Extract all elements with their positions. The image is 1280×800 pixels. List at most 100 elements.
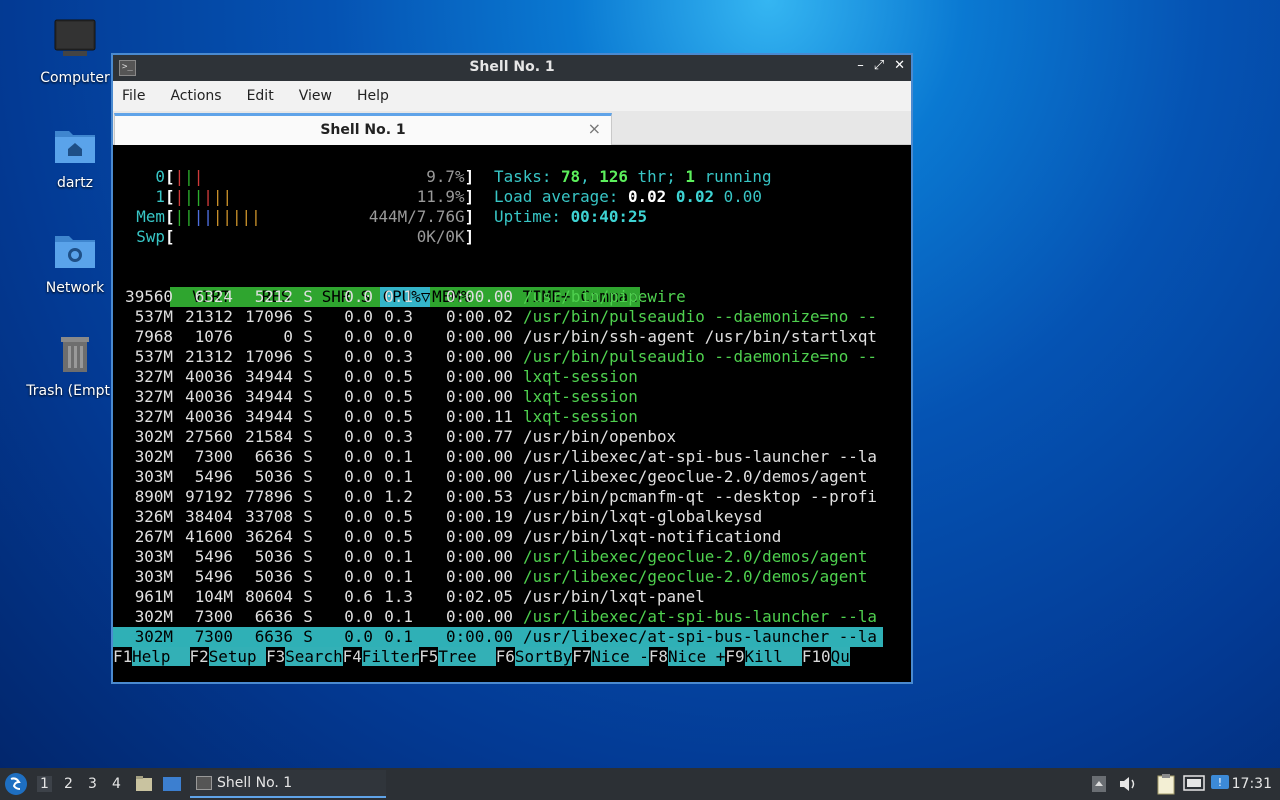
cell-command: /usr/bin/openbox — [523, 427, 677, 446]
process-row[interactable]: 303M 5496 5036 S 0.0 0.1 0:00.00/usr/libexec/g… — [113, 547, 883, 567]
close-button[interactable]: ✕ — [894, 58, 905, 73]
clock[interactable]: 17:31 — [1232, 776, 1272, 792]
fkey-f3[interactable]: F3Search — [266, 647, 343, 666]
process-row[interactable]: 39560 6324 5212 S 0.0 0.1 0:00.00/usr/bin/pipe… — [113, 287, 883, 307]
tab-close-icon[interactable]: × — [588, 119, 601, 138]
uptime-value: 00:40:25 — [570, 207, 648, 226]
cell-cpu: 0.0 — [344, 467, 373, 486]
fkey-f9[interactable]: F9Kill — [725, 647, 802, 666]
workspace-4[interactable]: 4 — [112, 776, 121, 792]
cell-time: 0:00.00 — [446, 567, 513, 586]
cell-virt: 890M — [134, 487, 173, 506]
mem-bars: ||||||||| — [174, 207, 261, 226]
menubar: File Actions Edit View Help — [113, 81, 911, 111]
window-title: Shell No. 1 — [469, 59, 555, 75]
load-5: 0.02 — [675, 187, 715, 206]
running-label: running — [704, 167, 772, 186]
tab-shell-1[interactable]: Shell No. 1 × — [114, 113, 612, 145]
menu-help[interactable]: Help — [357, 88, 389, 104]
desktop-icon-trash[interactable]: Trash (Empty) — [25, 331, 110, 399]
process-row[interactable]: 302M 7300 6636 S 0.0 0.1 0:00.00/usr/libexec/a… — [113, 627, 883, 647]
cell-shr: 0 — [283, 327, 293, 346]
taskbar-task-shell[interactable]: Shell No. 1 — [190, 770, 386, 798]
process-row[interactable]: 537M 21312 17096 S 0.0 0.3 0:00.02/usr/bin/pul… — [113, 307, 883, 327]
process-row[interactable]: 961M 104M 80604 S 0.6 1.3 0:02.05/usr/bin/lxqt… — [113, 587, 883, 607]
network-folder-icon — [55, 236, 95, 268]
desktop-icon-computer[interactable]: Computer — [25, 18, 125, 86]
show-desktop-icon[interactable] — [162, 775, 182, 793]
fkey-f6[interactable]: F6SortBy — [495, 647, 573, 666]
process-row[interactable]: 327M 40036 34944 S 0.0 0.5 0:00.00 lxqt-session — [113, 367, 883, 387]
cell-time: 0:00.00 — [446, 367, 513, 386]
process-row[interactable]: 326M 38404 33708 S 0.0 0.5 0:00.19/usr/bin/lxq… — [113, 507, 883, 527]
load-label: Load average: — [494, 187, 619, 206]
menu-edit[interactable]: Edit — [247, 88, 274, 104]
cell-cpu: 0.0 — [344, 347, 373, 366]
cell-res: 21312 — [185, 347, 233, 366]
tray-arrow-icon[interactable] — [1091, 775, 1107, 793]
process-row[interactable]: 890M 97192 77896 S 0.0 1.2 0:00.53/usr/bin/pcm… — [113, 487, 883, 507]
process-row[interactable]: 537M 21312 17096 S 0.0 0.3 0:00.00/usr/bin/pul… — [113, 347, 883, 367]
fkey-label: SortBy — [514, 647, 573, 666]
cell-time: 0:00.00 — [446, 547, 513, 566]
cell-s: S — [303, 427, 313, 446]
menu-actions[interactable]: Actions — [170, 88, 221, 104]
fkey-f1[interactable]: F1Help — [113, 647, 190, 666]
fkey-f8[interactable]: F8Nice + — [648, 647, 726, 666]
process-row[interactable]: 327M 40036 34944 S 0.0 0.5 0:00.00 lxqt-session — [113, 387, 883, 407]
process-table-header[interactable]: VIRT RES SHR S CPU%▽ MEM% TIME+ Command — [113, 267, 647, 307]
cell-command: /usr/bin/lxqt-globalkeysd — [523, 507, 763, 526]
cell-s: S — [303, 407, 313, 426]
workspace-1[interactable]: 1 — [37, 776, 52, 792]
window-titlebar[interactable]: >_ Shell No. 1 – ⤢ ✕ — [113, 55, 911, 81]
desktop-icon-home-folder[interactable]: dartz — [25, 123, 125, 191]
minimize-button[interactable]: – — [857, 58, 864, 73]
maximize-button[interactable]: ⤢ — [874, 58, 884, 73]
fkey-f5[interactable]: F5Tree — [419, 647, 496, 666]
cell-command: /usr/bin/lxqt-notificationd — [523, 527, 782, 546]
cell-s: S — [303, 527, 313, 546]
cell-shr: 34944 — [245, 387, 293, 406]
fkey-f4[interactable]: F4Filter — [342, 647, 420, 666]
start-menu-icon[interactable] — [4, 772, 28, 796]
network-status-icon[interactable] — [1183, 774, 1205, 794]
file-manager-launcher-icon[interactable] — [135, 775, 153, 793]
fkey-f7[interactable]: F7Nice - — [572, 647, 649, 666]
desktop-icon-network[interactable]: Network — [25, 228, 125, 296]
clipboard-icon[interactable] — [1156, 773, 1176, 795]
mem-label: Mem — [136, 207, 165, 226]
cell-s: S — [303, 467, 313, 486]
workspace-2[interactable]: 2 — [64, 776, 73, 792]
menu-file[interactable]: File — [122, 88, 145, 104]
fkey-f10[interactable]: F10Qu — [801, 647, 850, 666]
process-row[interactable]: 303M 5496 5036 S 0.0 0.1 0:00.00/usr/libexec/g… — [113, 467, 883, 487]
workspace-3[interactable]: 3 — [88, 776, 97, 792]
cell-time: 0:00.53 — [446, 487, 513, 506]
process-row[interactable]: 303M 5496 5036 S 0.0 0.1 0:00.00/usr/libexec/g… — [113, 567, 883, 587]
cell-s: S — [303, 567, 313, 586]
cell-command: /usr/libexec/geoclue-2.0/demos/agent — [523, 547, 868, 566]
cell-time: 0:00.09 — [446, 527, 513, 546]
cell-virt: 327M — [134, 367, 173, 386]
process-row[interactable]: 327M 40036 34944 S 0.0 0.5 0:00.11 lxqt-session — [113, 407, 883, 427]
process-row[interactable]: 7968 1076 0 S 0.0 0.0 0:00.00/usr/bin/ssh-agen… — [113, 327, 883, 347]
cell-s: S — [303, 487, 313, 506]
process-row[interactable]: 302M 27560 21584 S 0.0 0.3 0:00.77/usr/bin/ope… — [113, 427, 883, 447]
volume-icon[interactable] — [1118, 775, 1138, 793]
process-row[interactable]: 267M 41600 36264 S 0.0 0.5 0:00.09/usr/bin/lxq… — [113, 527, 883, 547]
process-row[interactable]: 302M 7300 6636 S 0.0 0.1 0:00.00/usr/libexec/a… — [113, 607, 883, 627]
fkey-label: Nice - — [591, 647, 649, 666]
load-info: Load average: 0.02 0.02 0.00 — [494, 187, 762, 207]
cell-mem: 0.5 — [384, 507, 413, 526]
cell-res: 5496 — [194, 567, 233, 586]
cpu-value: 9.7% — [426, 167, 465, 186]
updates-icon[interactable]: ! — [1210, 774, 1230, 794]
fkey-key: F10 — [801, 647, 831, 666]
menu-view[interactable]: View — [299, 88, 332, 104]
cell-mem: 0.1 — [384, 287, 413, 306]
process-row[interactable]: 302M 7300 6636 S 0.0 0.1 0:00.00/usr/libexec/a… — [113, 447, 883, 467]
cell-mem: 0.3 — [384, 427, 413, 446]
cell-command: /usr/bin/ssh-agent /usr/bin/startlxqt — [523, 327, 877, 346]
fkey-f2[interactable]: F2Setup — [189, 647, 267, 666]
terminal-area[interactable]: 0[||| 9.7%] 1[|||||| 11.9%] Mem[||||||||| 4… — [113, 147, 911, 682]
